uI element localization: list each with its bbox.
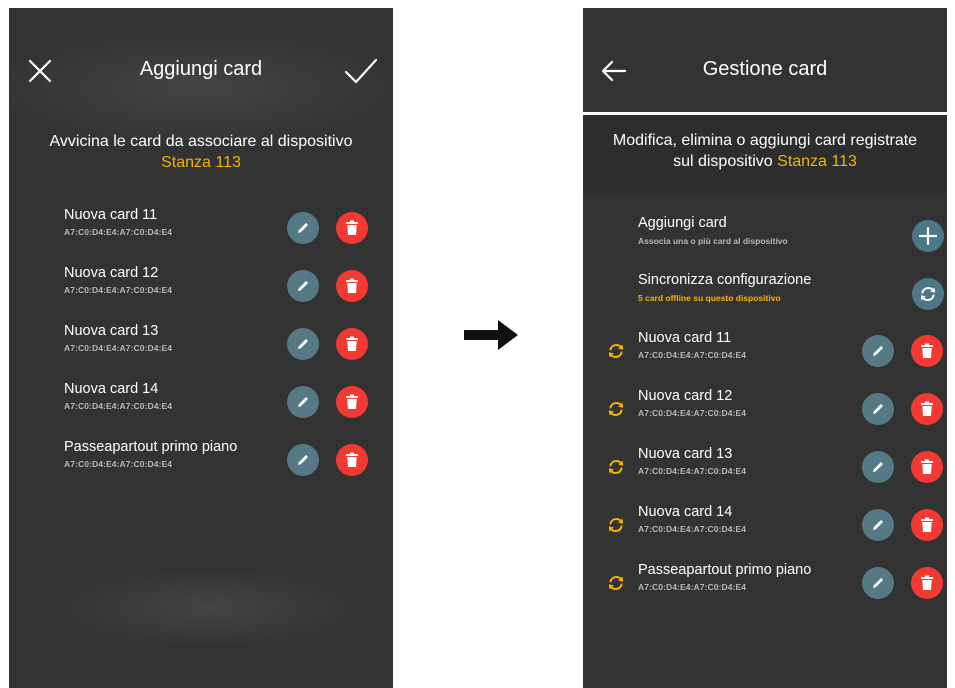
sync-icon [607,342,625,360]
card-row: Nuova card 12 A7:C0:D4:E4:A7:C0:D4:E4 [9,265,393,317]
card-name: Nuova card 12 [638,388,733,404]
sync-icon [607,400,625,418]
card-name: Nuova card 13 [638,446,733,462]
card-name: Passeapartout primo piano [638,562,812,578]
delete-card-button[interactable] [911,335,943,367]
card-row: Nuova card 12 A7:C0:D4:E4:A7:C0:D4:E4 [583,388,947,440]
card-code: A7:C0:D4:E4:A7:C0:D4:E4 [638,466,747,476]
sync-icon [607,458,625,476]
sync-icon[interactable] [912,278,944,310]
delete-card-button[interactable] [911,451,943,483]
edit-card-button[interactable] [287,270,319,302]
card-row: Nuova card 11 A7:C0:D4:E4:A7:C0:D4:E4 [9,207,393,259]
card-row: Nuova card 14 A7:C0:D4:E4:A7:C0:D4:E4 [9,381,393,433]
add-card-subtitle: Associa una o più card al dispositivo [638,236,788,246]
sync-icon [607,574,625,592]
card-code: A7:C0:D4:E4:A7:C0:D4:E4 [64,343,173,353]
edit-card-button[interactable] [862,509,894,541]
card-code: A7:C0:D4:E4:A7:C0:D4:E4 [638,524,747,534]
card-name: Nuova card 12 [64,265,159,281]
sync-configuration-action[interactable]: Sincronizza configurazione 5 card offlin… [583,272,947,324]
card-name: Nuova card 14 [638,504,733,520]
edit-card-button[interactable] [287,444,319,476]
description-line-1: Modifica, elimina o aggiungi card regist… [612,132,918,149]
delete-card-button[interactable] [911,393,943,425]
pencil-icon [295,336,311,352]
card-row: Nuova card 14 A7:C0:D4:E4:A7:C0:D4:E4 [583,504,947,556]
card-code: A7:C0:D4:E4:A7:C0:D4:E4 [64,401,173,411]
edit-card-button[interactable] [862,335,894,367]
pencil-icon [870,575,886,591]
card-code: A7:C0:D4:E4:A7:C0:D4:E4 [638,350,747,360]
add-card-action[interactable]: Aggiungi card Associa una o più card al … [583,213,947,265]
description-panel: Modifica, elimina o aggiungi card regist… [583,115,947,193]
edit-card-button[interactable] [862,393,894,425]
delete-card-button[interactable] [911,567,943,599]
check-icon[interactable] [343,56,379,86]
device-name: Stanza 113 [161,154,241,171]
page-title: Gestione card [702,58,828,80]
edit-card-button[interactable] [862,567,894,599]
trash-icon [920,575,934,591]
card-name: Nuova card 14 [64,381,159,397]
delete-card-button[interactable] [336,444,368,476]
delete-card-button[interactable] [336,328,368,360]
instruction-text: Avvicina le card da associare al disposi… [49,133,353,150]
trash-icon [345,394,359,410]
trash-icon [345,452,359,468]
card-name: Nuova card 13 [64,323,159,339]
delete-card-button[interactable] [336,386,368,418]
card-code: A7:C0:D4:E4:A7:C0:D4:E4 [638,408,747,418]
trash-icon [920,517,934,533]
sync-title: Sincronizza configurazione [638,272,812,288]
card-row: Passeapartout primo piano A7:C0:D4:E4:A7:… [9,439,393,491]
card-code: A7:C0:D4:E4:A7:C0:D4:E4 [64,227,173,237]
trash-icon [920,401,934,417]
card-name: Nuova card 11 [638,330,732,346]
trash-icon [345,220,359,236]
card-code: A7:C0:D4:E4:A7:C0:D4:E4 [638,582,747,592]
device-name: Stanza 113 [777,153,857,170]
plus-icon[interactable] [912,220,944,252]
sync-icon [607,516,625,534]
pencil-icon [295,452,311,468]
title-bar: Aggiungi card [9,8,393,108]
pencil-icon [870,459,886,475]
edit-card-button[interactable] [287,386,319,418]
arrow-right-icon [464,318,520,352]
trash-icon [920,459,934,475]
pencil-icon [870,401,886,417]
add-card-title: Aggiungi card [638,215,727,231]
pencil-icon [295,394,311,410]
sync-subtitle: 5 card offline su questo dispositivo [638,293,781,303]
edit-card-button[interactable] [287,328,319,360]
trash-icon [345,278,359,294]
card-code: A7:C0:D4:E4:A7:C0:D4:E4 [64,459,173,469]
card-row: Nuova card 11 A7:C0:D4:E4:A7:C0:D4:E4 [583,330,947,382]
delete-card-button[interactable] [911,509,943,541]
manage-card-screen: Gestione card Modifica, elimina o aggiun… [583,8,947,688]
card-code: A7:C0:D4:E4:A7:C0:D4:E4 [64,285,173,295]
edit-card-button[interactable] [287,212,319,244]
card-row: Passeapartout primo piano A7:C0:D4:E4:A7:… [583,562,947,614]
delete-card-button[interactable] [336,212,368,244]
delete-card-button[interactable] [336,270,368,302]
card-row: Nuova card 13 A7:C0:D4:E4:A7:C0:D4:E4 [583,446,947,498]
trash-icon [920,343,934,359]
card-row: Nuova card 13 A7:C0:D4:E4:A7:C0:D4:E4 [9,323,393,375]
description-line-2: sul dispositivo Stanza 113 [673,153,857,170]
add-card-screen: Aggiungi card Avvicina le card da associ… [9,8,393,688]
trash-icon [345,336,359,352]
pencil-icon [870,343,886,359]
pencil-icon [295,220,311,236]
title-bar: Gestione card [583,8,947,108]
pencil-icon [295,278,311,294]
edit-card-button[interactable] [862,451,894,483]
pencil-icon [870,517,886,533]
card-name: Passeapartout primo piano [64,439,238,455]
card-name: Nuova card 11 [64,207,158,223]
page-title: Aggiungi card [139,58,263,80]
